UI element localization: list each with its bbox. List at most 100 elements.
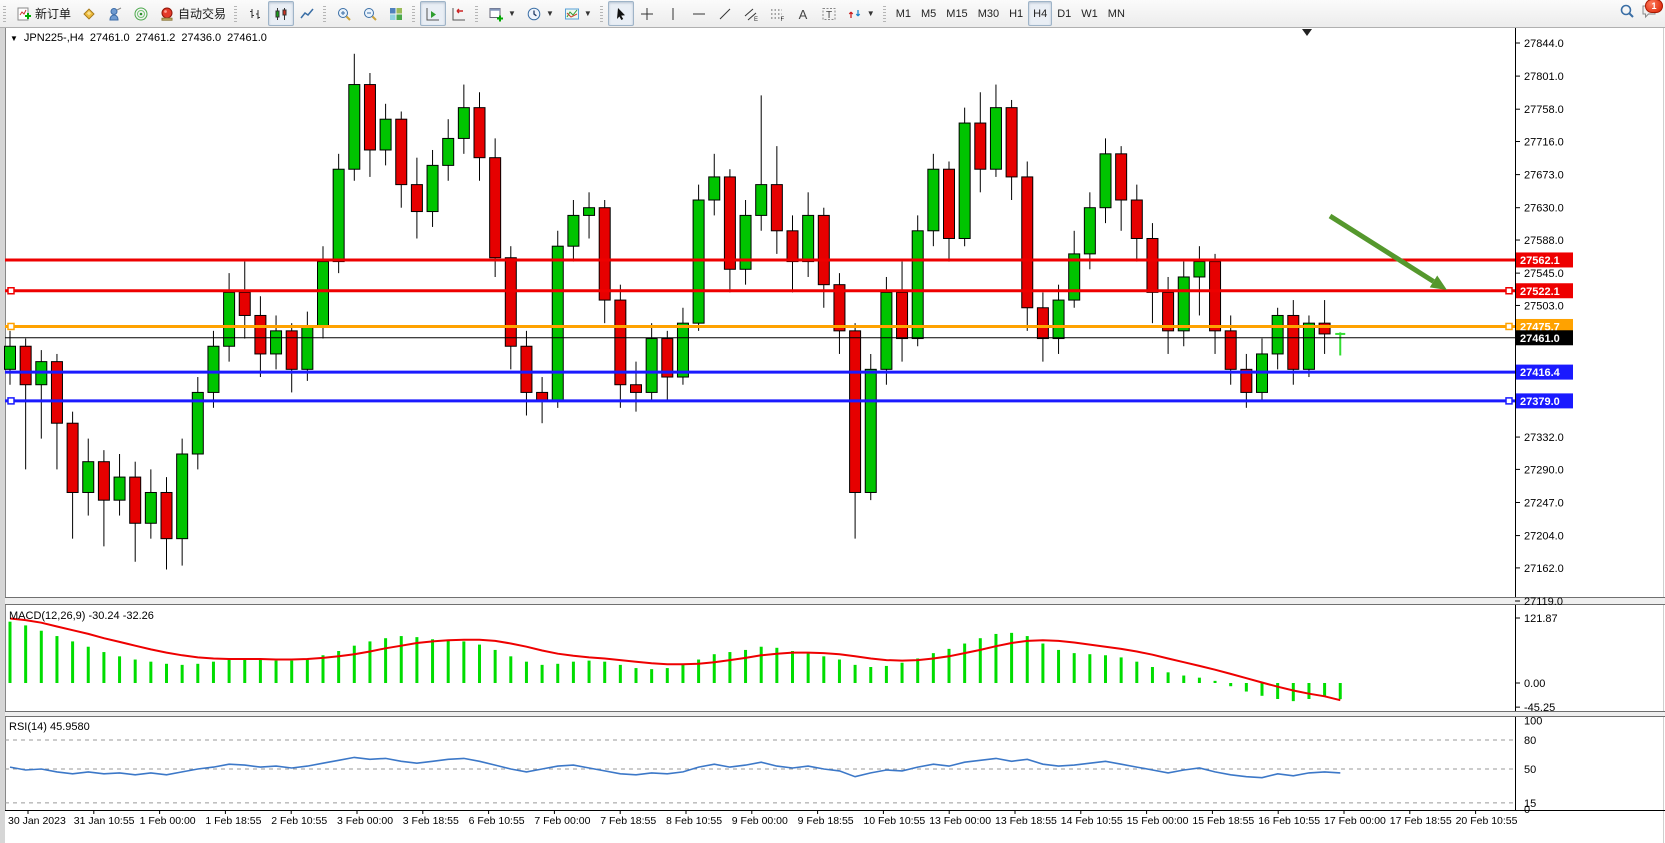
candle-body xyxy=(1194,262,1205,277)
trendline-icon xyxy=(717,6,733,22)
candlestick-chart-button[interactable] xyxy=(268,1,294,26)
candle-body xyxy=(787,231,798,262)
zoom-out-button[interactable] xyxy=(357,1,383,26)
label-icon: T xyxy=(821,6,837,22)
line-anchor-handle[interactable] xyxy=(8,288,14,294)
dropdown-caret-icon[interactable]: ▼ xyxy=(546,9,554,18)
user-chart-icon-button[interactable] xyxy=(102,1,128,26)
text-button[interactable]: A xyxy=(790,1,816,26)
line-anchor-handle[interactable] xyxy=(8,398,14,404)
auto-trading-button[interactable]: 自动交易 xyxy=(154,1,231,26)
tf-m1-button[interactable]: M1 xyxy=(891,1,916,26)
dropdown-caret-icon[interactable]: ▼ xyxy=(867,9,875,18)
bar-chart-button[interactable] xyxy=(242,1,268,26)
signal-icon-button[interactable] xyxy=(128,1,154,26)
trendline-button[interactable] xyxy=(712,1,738,26)
time-tick-label: 17 Feb 00:00 xyxy=(1324,815,1386,827)
ohlc-close: 27461.0 xyxy=(227,32,267,44)
candle-body xyxy=(584,208,595,216)
candle-body xyxy=(1131,200,1142,238)
horizontal-line-button[interactable] xyxy=(686,1,712,26)
gold-icon xyxy=(81,6,97,22)
new-order-button[interactable]: 新订单 xyxy=(11,1,76,26)
tf-m30-button[interactable]: M30 xyxy=(973,1,1004,26)
line-anchor-handle[interactable] xyxy=(1506,288,1512,294)
line-anchor-handle[interactable] xyxy=(8,323,14,329)
line-anchor-handle[interactable] xyxy=(1506,323,1512,329)
macd-title: MACD(12,26,9) -30.24 -32.26 xyxy=(9,610,154,622)
crosshair-button[interactable] xyxy=(634,1,660,26)
line-anchor-handle[interactable] xyxy=(1506,398,1512,404)
toolbar-grip xyxy=(323,6,326,22)
candle-body xyxy=(114,477,125,500)
mt4-terminal: { "toolbar": { "groups": [ {"items": [ {… xyxy=(0,0,1665,843)
tf-h4-button[interactable]: H4 xyxy=(1028,1,1052,26)
price-tick-label: 27162.0 xyxy=(1524,563,1564,575)
candle-body xyxy=(912,231,923,339)
time-tick-label: 30 Jan 2023 xyxy=(8,815,66,827)
price-level-label: 27416.4 xyxy=(1520,367,1561,379)
price-level-label: 27562.1 xyxy=(1520,255,1560,267)
label-button[interactable]: T xyxy=(816,1,842,26)
cursor-button[interactable] xyxy=(608,1,634,26)
price-tick-label: 27332.0 xyxy=(1524,432,1564,444)
zoom-in-button[interactable] xyxy=(331,1,357,26)
price-level-label: 27379.0 xyxy=(1520,396,1560,408)
tf-mn-button[interactable]: MN xyxy=(1103,1,1130,26)
tf-d1-button-label: D1 xyxy=(1057,8,1071,20)
candle-body xyxy=(161,492,172,538)
time-tick-label: 13 Feb 18:55 xyxy=(995,815,1057,827)
search-button[interactable] xyxy=(1619,3,1635,24)
candle-body xyxy=(521,346,532,392)
arrows-icon xyxy=(847,6,863,22)
tile-windows-button[interactable] xyxy=(383,1,409,26)
tf-w1-button[interactable]: W1 xyxy=(1076,1,1103,26)
candle-body xyxy=(130,477,141,523)
price-tick-label: 27119.0 xyxy=(1524,596,1563,608)
template-button[interactable]: ▼ xyxy=(559,1,597,26)
candle-body xyxy=(552,246,563,400)
gold-badge-icon-button[interactable] xyxy=(76,1,102,26)
dropdown-caret-icon[interactable]: ▼ xyxy=(584,9,592,18)
search-icon xyxy=(1619,6,1635,23)
candle-body xyxy=(1037,308,1048,339)
tf-d1-button[interactable]: D1 xyxy=(1052,1,1076,26)
collapse-chart-icon[interactable]: ▼ xyxy=(10,34,18,43)
line-chart-button[interactable] xyxy=(294,1,320,26)
chart-shift-button[interactable] xyxy=(420,1,446,26)
tf-m5-button[interactable]: M5 xyxy=(916,1,941,26)
notifications-button[interactable]: 1 xyxy=(1641,3,1657,24)
tf-m15-button[interactable]: M15 xyxy=(941,1,972,26)
new-chart-button[interactable]: ▼ xyxy=(483,1,521,26)
price-tick-label: 27503.0 xyxy=(1524,300,1564,312)
vertical-line-button[interactable] xyxy=(660,1,686,26)
candle-body xyxy=(756,185,767,216)
time-tick-label: 31 Jan 10:55 xyxy=(74,815,135,827)
candle-body xyxy=(975,123,986,169)
tile-icon xyxy=(388,6,404,22)
period-button[interactable]: ▼ xyxy=(521,1,559,26)
tf-h1-button[interactable]: H1 xyxy=(1004,1,1028,26)
ohlc-low: 27436.0 xyxy=(181,32,221,44)
equidistant-channel-button[interactable]: E xyxy=(738,1,764,26)
price-level-label: 27522.1 xyxy=(1520,286,1560,298)
dropdown-caret-icon[interactable]: ▼ xyxy=(508,9,516,18)
candle-body xyxy=(1084,208,1095,254)
candle-body xyxy=(1225,331,1236,369)
fibonacci-button[interactable]: F xyxy=(764,1,790,26)
hline-icon xyxy=(691,6,707,22)
pane-splitter[interactable] xyxy=(5,597,1665,605)
candle-body xyxy=(380,119,391,150)
time-tick-label: 3 Feb 00:00 xyxy=(337,815,393,827)
price-tick-label: 27588.0 xyxy=(1524,235,1564,247)
time-tick-label: 8 Feb 10:55 xyxy=(666,815,722,827)
time-tick-label: 10 Feb 10:55 xyxy=(863,815,925,827)
toolbar-grip xyxy=(412,6,415,22)
time-tick-label: 7 Feb 18:55 xyxy=(600,815,656,827)
candle-body xyxy=(98,462,109,500)
arrows-button[interactable]: ▼ xyxy=(842,1,880,26)
auto-scroll-button[interactable] xyxy=(446,1,472,26)
time-tick-label: 9 Feb 18:55 xyxy=(798,815,854,827)
tf-m5-button-label: M5 xyxy=(921,8,936,20)
ohlc-open: 27461.0 xyxy=(90,32,130,44)
